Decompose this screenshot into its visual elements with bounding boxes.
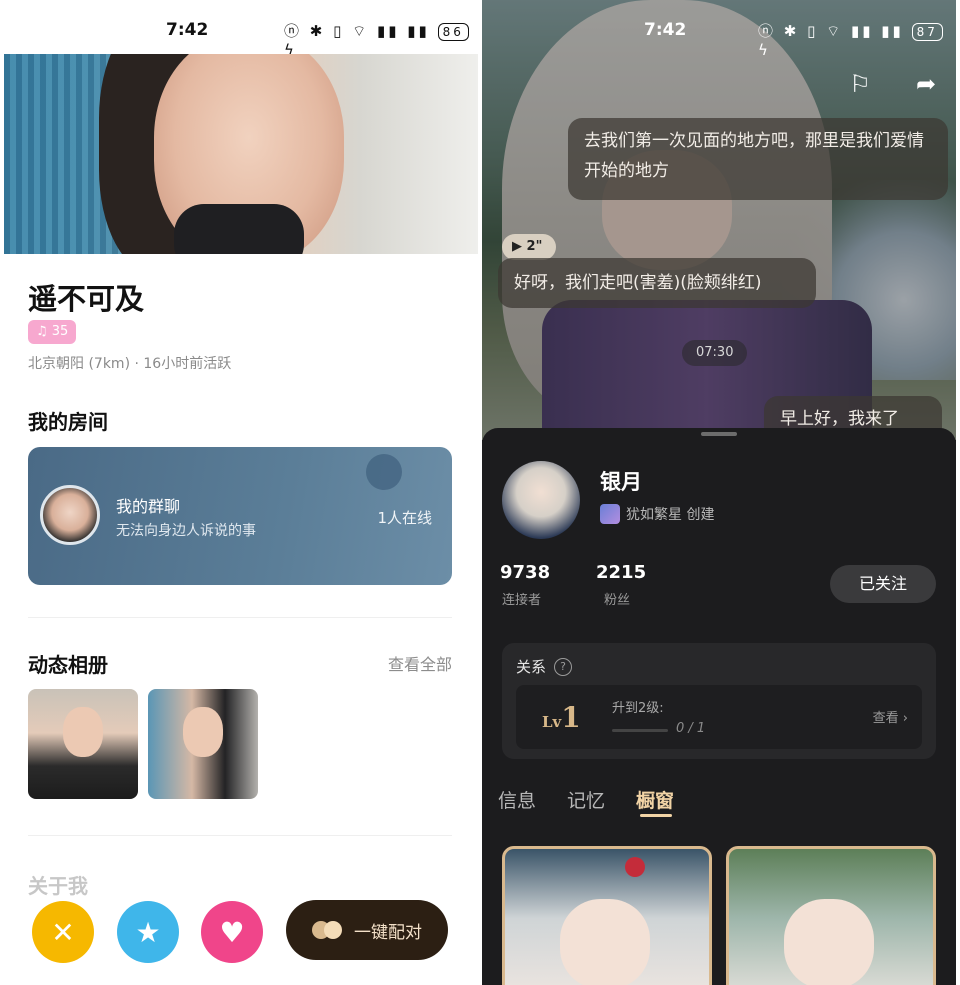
flag-icon[interactable]: ⚐: [846, 70, 874, 98]
following-button[interactable]: 已关注: [830, 565, 936, 603]
rooms-section-title: 我的房间: [28, 410, 108, 434]
divider: [28, 617, 452, 618]
share-icon[interactable]: ➦: [912, 70, 940, 98]
one-click-match-button[interactable]: 一键配对: [286, 900, 448, 960]
match-icon: [312, 919, 344, 941]
relationship-title: 关系 ?: [516, 656, 573, 677]
creator-text: 犹如繁星 创建: [626, 507, 715, 523]
sheet-drag-handle[interactable]: [701, 432, 737, 436]
profile-name: 遥不可及: [28, 282, 145, 316]
relationship-card: 关系 ? Lv1 升到2级: 0 / 1 查看 ›: [502, 643, 936, 759]
tab-showcase[interactable]: 橱窗: [636, 786, 674, 813]
room-online-count: 1人在线: [377, 509, 432, 527]
chat-background-scene: [482, 0, 956, 440]
character-profile-sheet: 银月 犹如繁星 创建 9738 连接者 2215 粉丝 已关注 关系 ? Lv1…: [482, 428, 956, 985]
character-name: 银月: [600, 470, 642, 494]
album-section-title: 动态相册: [28, 653, 108, 677]
showcase-card[interactable]: [502, 846, 712, 985]
chat-bubble: 去我们第一次见面的地方吧，那里是我们爱情开始的地方: [568, 118, 948, 200]
tab-memory[interactable]: 记忆: [567, 786, 605, 813]
super-like-button[interactable]: ★: [117, 901, 179, 963]
upgrade-text: 升到2级:: [612, 701, 664, 716]
room-title: 我的群聊: [116, 497, 181, 516]
creator-line[interactable]: 犹如繁星 创建: [600, 504, 714, 524]
close-icon: ✕: [51, 915, 75, 949]
album-photo[interactable]: [148, 689, 258, 799]
tab-info[interactable]: 信息: [498, 786, 536, 813]
profile-screen-left: 7:42 ⓝ ✱ ▯ ⌔ ▮▮ ▮▮ 86 ϟ 遥不可及 ♫ 35 北京朝阳 (…: [0, 0, 478, 985]
chat-timestamp: 07:30: [682, 340, 748, 366]
profile-cover-photo[interactable]: [4, 54, 478, 254]
status-time: 7:42: [644, 20, 687, 40]
status-icons: ⓝ ✱ ▯ ⌔ ▮▮ ▮▮ 87 ϟ: [758, 20, 956, 59]
level-badge: ♫ 35: [28, 320, 77, 344]
heart-icon: ♥: [219, 915, 245, 949]
dislike-button[interactable]: ✕: [32, 901, 94, 963]
view-all-link[interactable]: 查看全部: [388, 651, 452, 675]
character-screen-right: 7:42 ⓝ ✱ ▯ ⌔ ▮▮ ▮▮ 87 ϟ ⚐ ➦ 去我们第一次见面的地方吧…: [482, 0, 956, 985]
help-icon[interactable]: ?: [554, 657, 573, 676]
fans-label: 粉丝: [604, 593, 631, 608]
relationship-level-row[interactable]: Lv1 升到2级: 0 / 1 查看 ›: [516, 685, 922, 749]
fans-count: 2215: [596, 562, 647, 583]
about-section-title: 关于我: [28, 874, 88, 898]
level-prefix: Lv: [542, 713, 562, 731]
showcase-card[interactable]: [726, 846, 936, 985]
voice-message-chip[interactable]: ▶ 2": [502, 234, 556, 260]
match-label: 一键配对: [354, 922, 422, 943]
connectors-label: 连接者: [502, 593, 542, 608]
level-progress-bar: [612, 729, 668, 732]
status-time: 7:42: [166, 20, 209, 40]
album-photo[interactable]: [28, 689, 138, 799]
level-badge: Lv1: [542, 701, 581, 734]
connectors-count: 9738: [500, 562, 551, 583]
location-activity: 北京朝阳 (7km) · 16小时前活跃: [28, 356, 232, 372]
battery-icon: 87: [911, 23, 943, 41]
character-avatar[interactable]: [502, 461, 580, 539]
creator-avatar-icon: [600, 504, 620, 524]
status-bar: 7:42 ⓝ ✱ ▯ ⌔ ▮▮ ▮▮ 86 ϟ: [0, 18, 478, 59]
room-subtitle: 无法向身边人诉说的事: [116, 523, 256, 539]
star-icon: ★: [135, 915, 161, 949]
chat-bubble: 好呀，我们走吧(害羞)(脸颊绯红): [498, 258, 816, 308]
room-card[interactable]: 我的群聊 无法向身边人诉说的事 1人在线: [28, 447, 452, 585]
battery-icon: 86: [437, 23, 469, 41]
level-number: 1: [561, 701, 581, 734]
level-progress-text: 0 / 1: [676, 721, 706, 736]
room-avatar: [40, 485, 100, 545]
relationship-title-text: 关系: [516, 658, 547, 676]
like-button[interactable]: ♥: [201, 901, 263, 963]
divider: [28, 835, 452, 836]
active-tab-indicator: [640, 814, 672, 817]
view-level-link[interactable]: 查看 ›: [873, 707, 908, 726]
